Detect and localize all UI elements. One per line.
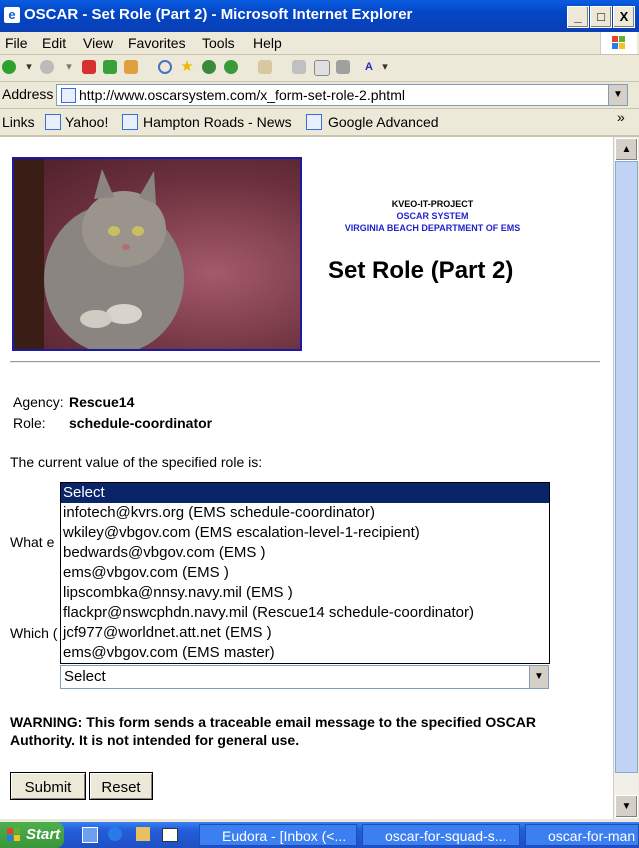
link-page-icon: [122, 114, 138, 130]
title-bar: e OSCAR - Set Role (Part 2) - Microsoft …: [0, 0, 639, 32]
quicklaunch-ie-icon[interactable]: [108, 827, 122, 841]
menu-tools[interactable]: Tools: [202, 35, 235, 51]
link-google-advanced[interactable]: Google Advanced: [328, 114, 439, 130]
scroll-thumb[interactable]: [615, 161, 638, 773]
agency-value: Rescue14: [69, 394, 135, 410]
chevron-down-icon[interactable]: ▼: [529, 666, 548, 688]
submit-button[interactable]: Submit: [10, 772, 86, 800]
taskbar: Start Eudora - [Inbox (<... oscar-for-sq…: [0, 822, 639, 848]
warning-text: WARNING: This form sends a traceable ema…: [10, 714, 536, 748]
email-listbox[interactable]: Select infotech@kvrs.org (EMS schedule-c…: [60, 482, 550, 664]
edit-icon[interactable]: [314, 60, 330, 76]
project-name: KVEO-IT-PROJECT: [391, 199, 474, 209]
listbox-option[interactable]: jcf977@worldnet.att.net (EMS ): [61, 623, 549, 643]
minimize-button[interactable]: _: [567, 6, 589, 28]
toolbar: ▾ ▾ ★ A ▾: [0, 55, 639, 82]
media-icon[interactable]: [202, 60, 216, 74]
print-icon[interactable]: [292, 60, 306, 74]
reset-button[interactable]: Reset: [89, 772, 153, 800]
messenger-icon[interactable]: A: [362, 60, 376, 74]
close-button[interactable]: X: [613, 6, 635, 28]
listbox-option[interactable]: flackpr@nswcphdn.navy.mil (Rescue14 sche…: [61, 603, 549, 623]
quicklaunch-desktop-icon[interactable]: [82, 827, 98, 843]
vertical-scrollbar[interactable]: ▲ ▼: [613, 137, 638, 819]
refresh-icon[interactable]: [103, 60, 117, 74]
divider: [10, 361, 600, 363]
menu-view[interactable]: View: [83, 35, 113, 51]
what-email-label: What e: [10, 534, 55, 550]
page-icon: [61, 88, 76, 103]
history-icon[interactable]: [224, 60, 238, 74]
address-url[interactable]: http://www.oscarsystem.com/x_form-set-ro…: [79, 87, 405, 103]
cat-photo: [12, 157, 302, 351]
taskbar-item-eudora[interactable]: Eudora - [Inbox (<...: [199, 824, 357, 846]
select-value[interactable]: Select: [64, 668, 106, 685]
forward-dropdown-icon[interactable]: ▾: [62, 60, 76, 74]
search-icon[interactable]: [158, 60, 172, 74]
favorites-star-icon[interactable]: ★: [180, 59, 194, 74]
menu-bar: File Edit View Favorites Tools Help: [0, 32, 639, 55]
links-label: Links: [2, 114, 35, 130]
windows-logo-icon: [600, 32, 637, 54]
windows-logo-icon: [6, 827, 22, 843]
mail-icon[interactable]: [258, 60, 272, 74]
listbox-option[interactable]: ems@vbgov.com (EMS master): [61, 643, 549, 663]
menu-file[interactable]: File: [5, 35, 28, 51]
maximize-button[interactable]: □: [590, 6, 612, 28]
current-value-text: The current value of the specified role …: [10, 454, 263, 470]
messenger-dropdown-icon[interactable]: ▾: [378, 60, 392, 74]
forward-icon[interactable]: [40, 60, 54, 74]
listbox-option[interactable]: infotech@kvrs.org (EMS schedule-coordina…: [61, 503, 549, 523]
listbox-option[interactable]: wkiley@vbgov.com (EMS escalation-level-1…: [61, 523, 549, 543]
department-name: VIRGINIA BEACH DEPARTMENT OF EMS: [344, 223, 521, 233]
which-label: Which (: [10, 625, 58, 641]
address-label: Address: [2, 86, 54, 102]
menu-edit[interactable]: Edit: [42, 35, 66, 51]
menu-help[interactable]: Help: [253, 35, 282, 51]
discuss-icon[interactable]: [336, 60, 350, 74]
link-yahoo[interactable]: Yahoo!: [65, 114, 108, 130]
stop-icon[interactable]: [82, 60, 96, 74]
system-name: OSCAR SYSTEM: [396, 211, 469, 221]
home-icon[interactable]: [124, 60, 138, 74]
window-title: OSCAR - Set Role (Part 2) - Microsoft In…: [24, 6, 413, 23]
page-title: Set Role (Part 2): [328, 257, 514, 284]
links-more-button[interactable]: »: [617, 109, 625, 125]
back-icon[interactable]: [2, 60, 16, 74]
chevron-down-icon[interactable]: ▼: [608, 85, 627, 105]
agency-label: Agency:: [13, 394, 64, 410]
taskbar-item-oscar-man[interactable]: oscar-for-man: [525, 824, 639, 846]
taskbar-item-oscar-squad[interactable]: oscar-for-squad-s...: [362, 824, 520, 846]
address-input[interactable]: http://www.oscarsystem.com/x_form-set-ro…: [56, 84, 628, 106]
quicklaunch-mail-icon[interactable]: [162, 828, 178, 842]
page-content: KVEO-IT-PROJECT OSCAR SYSTEM VIRGINIA BE…: [0, 137, 613, 819]
role-label: Role:: [13, 415, 46, 431]
listbox-option[interactable]: Select: [61, 483, 549, 503]
role-value: schedule-coordinator: [69, 415, 213, 431]
link-hampton-roads-news[interactable]: Hampton Roads - News: [143, 114, 292, 130]
scroll-down-icon[interactable]: ▼: [615, 795, 638, 818]
listbox-option[interactable]: ems@vbgov.com (EMS ): [61, 563, 549, 583]
link-page-icon: [45, 114, 61, 130]
back-dropdown-icon[interactable]: ▾: [22, 60, 36, 74]
address-bar: Address http://www.oscarsystem.com/x_for…: [0, 82, 639, 109]
listbox-option[interactable]: lipscombka@nnsy.navy.mil (EMS ): [61, 583, 549, 603]
menu-favorites[interactable]: Favorites: [128, 35, 186, 51]
scroll-up-icon[interactable]: ▲: [615, 138, 638, 161]
links-bar: Links Yahoo! Hampton Roads - News Google…: [0, 109, 639, 137]
quicklaunch-folder-icon[interactable]: [136, 827, 150, 841]
ie-logo-icon: e: [4, 7, 20, 23]
authority-select[interactable]: Select ▼: [60, 665, 549, 689]
listbox-option[interactable]: bedwards@vbgov.com (EMS ): [61, 543, 549, 563]
link-page-icon: [306, 114, 322, 130]
